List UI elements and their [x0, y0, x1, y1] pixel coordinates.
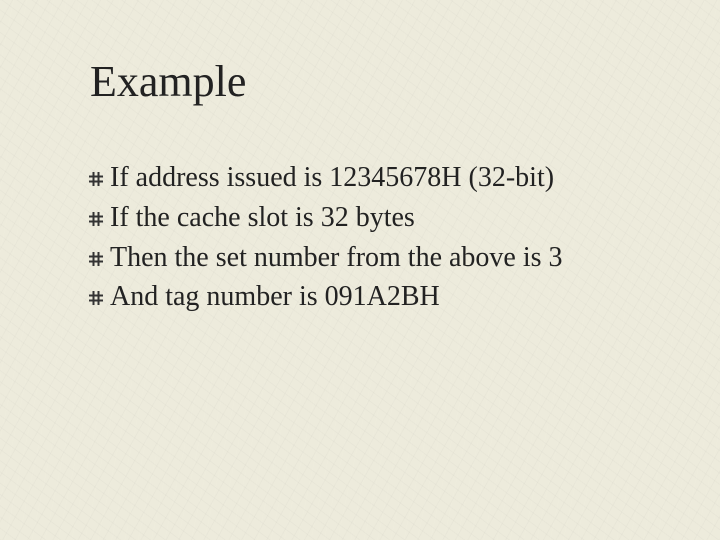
bullet-icon: [88, 211, 106, 229]
bullet-icon: [88, 290, 106, 308]
list-item-text: Then the set number from the above is 3: [110, 238, 660, 278]
bullet-icon: [88, 251, 106, 269]
list-item-text: If the cache slot is 32 bytes: [110, 198, 660, 238]
slide: Example If address issued is 12345678H (…: [0, 0, 720, 540]
list-item-text: And tag number is 091A2BH: [110, 277, 660, 317]
list-item: If the cache slot is 32 bytes: [88, 198, 660, 238]
list-item: If address issued is 12345678H (32-bit): [88, 158, 660, 198]
list-item-text: If address issued is 12345678H (32-bit): [110, 158, 660, 198]
slide-title: Example: [90, 58, 246, 106]
list-item: And tag number is 091A2BH: [88, 277, 660, 317]
bullet-icon: [88, 171, 106, 189]
slide-body: If address issued is 12345678H (32-bit) …: [88, 158, 660, 317]
list-item: Then the set number from the above is 3: [88, 238, 660, 278]
